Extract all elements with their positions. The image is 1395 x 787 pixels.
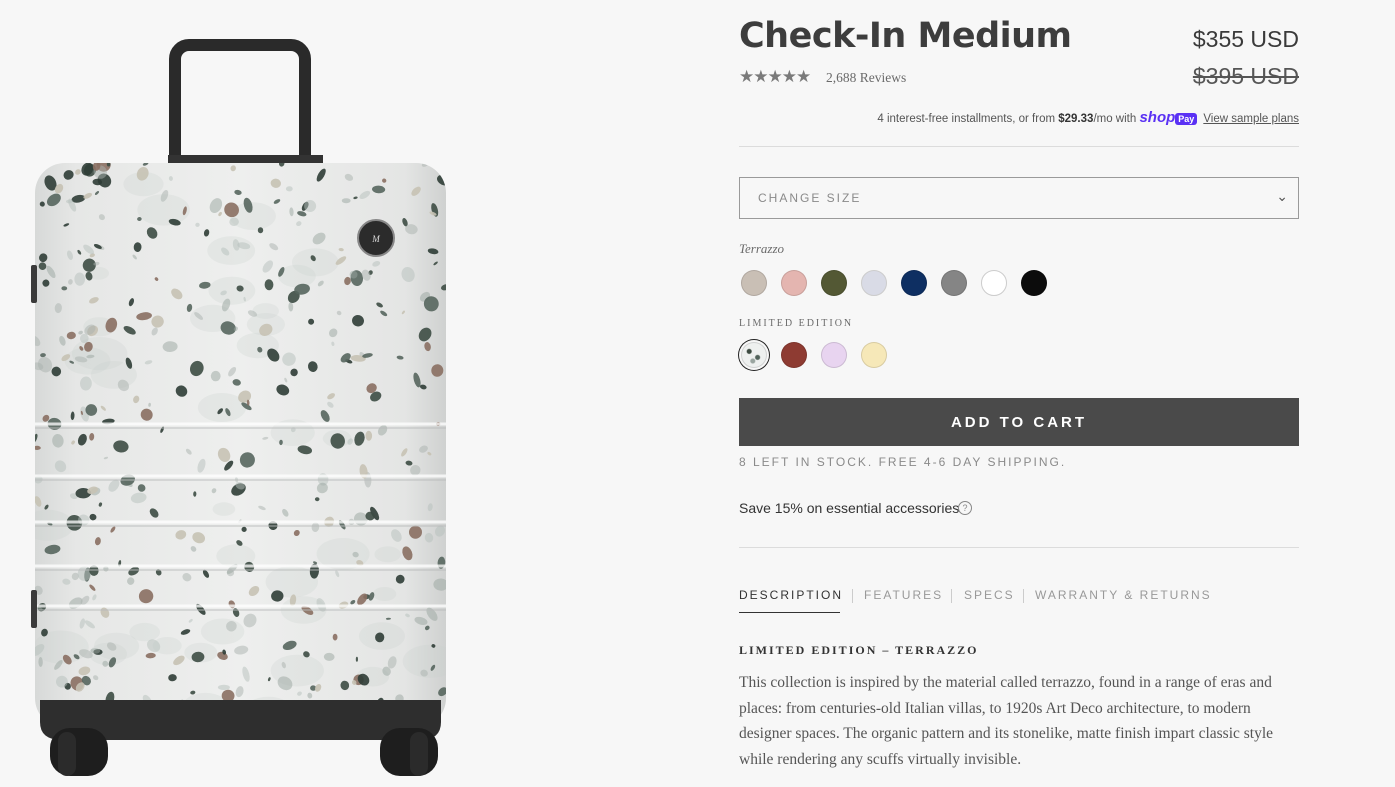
product-price: $355 USD	[1192, 26, 1299, 52]
color-swatch[interactable]	[901, 270, 927, 296]
tab-description[interactable]: DESCRIPTION	[739, 588, 843, 602]
installments-amount: $29.33	[1058, 113, 1094, 125]
swatch-terrazzo[interactable]	[741, 342, 767, 368]
shop-pay-badge: Pay	[1175, 112, 1198, 125]
stock-status: 8 LEFT IN STOCK. FREE 4-6 DAY SHIPPING.	[739, 455, 1067, 469]
tab-separator	[951, 589, 952, 603]
terrazzo-chip	[212, 502, 236, 516]
tab-features[interactable]: FEATURES	[864, 588, 943, 602]
color-swatch[interactable]	[981, 270, 1007, 296]
color-swatch[interactable]	[861, 342, 887, 368]
color-swatch[interactable]	[741, 270, 767, 296]
add-to-cart-button[interactable]: ADD TO CART	[739, 398, 1299, 446]
terrazzo-fleck	[438, 164, 445, 172]
installments-suffix: /mo with	[1093, 113, 1140, 125]
tab-specs[interactable]: SPECS	[964, 588, 1015, 602]
help-icon[interactable]: ?	[958, 501, 972, 515]
view-sample-plans-link[interactable]: View sample plans	[1203, 113, 1299, 125]
terrazzo-fleck	[332, 633, 338, 641]
chevron-down-icon: ⌄	[1276, 188, 1288, 204]
terrazzo-fleck	[341, 198, 351, 204]
terrazzo-chip	[292, 248, 339, 277]
limited-edition-label: LIMITED EDITION	[739, 318, 854, 329]
product-title: Check-In Medium	[739, 16, 1072, 56]
original-price: $395 USD	[1192, 63, 1299, 89]
color-swatch[interactable]	[821, 342, 847, 368]
divider	[739, 146, 1299, 147]
terrazzo-chip	[208, 276, 256, 305]
description-title: LIMITED EDITION – TERRAZZO	[739, 643, 979, 657]
color-swatch[interactable]	[1021, 270, 1047, 296]
svg-text:M: M	[371, 234, 380, 244]
color-swatch[interactable]	[941, 270, 967, 296]
divider	[739, 547, 1299, 548]
tab-warranty-returns[interactable]: WARRANTY & RETURNS	[1035, 588, 1212, 602]
color-swatch[interactable]	[821, 270, 847, 296]
color-swatch[interactable]	[781, 342, 807, 368]
terrazzo-fleck	[257, 227, 264, 234]
installments-prefix: 4 interest-free installments, or from	[877, 113, 1059, 125]
reviews-link[interactable]: 2,688 Reviews	[826, 70, 906, 86]
terrazzo-chip	[372, 587, 397, 601]
product-image: M	[0, 0, 700, 787]
terrazzo-chip	[252, 303, 279, 319]
terrazzo-fleck	[355, 656, 358, 662]
shop-pay-logo-icon: shop	[1139, 109, 1176, 126]
change-size-select[interactable]: CHANGE SIZE ⌄	[739, 177, 1299, 219]
installments-info: 4 interest-free installments, or from $2…	[877, 109, 1299, 126]
terrazzo-fleck	[217, 684, 230, 691]
color-swatch[interactable]	[781, 270, 807, 296]
terrazzo-chip	[207, 236, 256, 265]
suitcase-image: M	[31, 39, 446, 776]
terrazzo-chip	[374, 546, 401, 563]
color-name: Terrazzo	[739, 241, 785, 256]
accessories-promo: Save 15% on essential accessories	[739, 500, 960, 516]
tab-separator	[1023, 589, 1024, 603]
active-tab-indicator	[739, 612, 840, 613]
rating-stars-icon[interactable]: ★★★★★	[739, 67, 811, 87]
terrazzo-chip	[402, 644, 446, 678]
color-swatch[interactable]	[861, 270, 887, 296]
terrazzo-chip	[200, 618, 245, 645]
change-size-label: CHANGE SIZE	[758, 191, 862, 205]
description-body: This collection is inspired by the mater…	[739, 674, 1274, 768]
tab-separator	[852, 589, 853, 603]
